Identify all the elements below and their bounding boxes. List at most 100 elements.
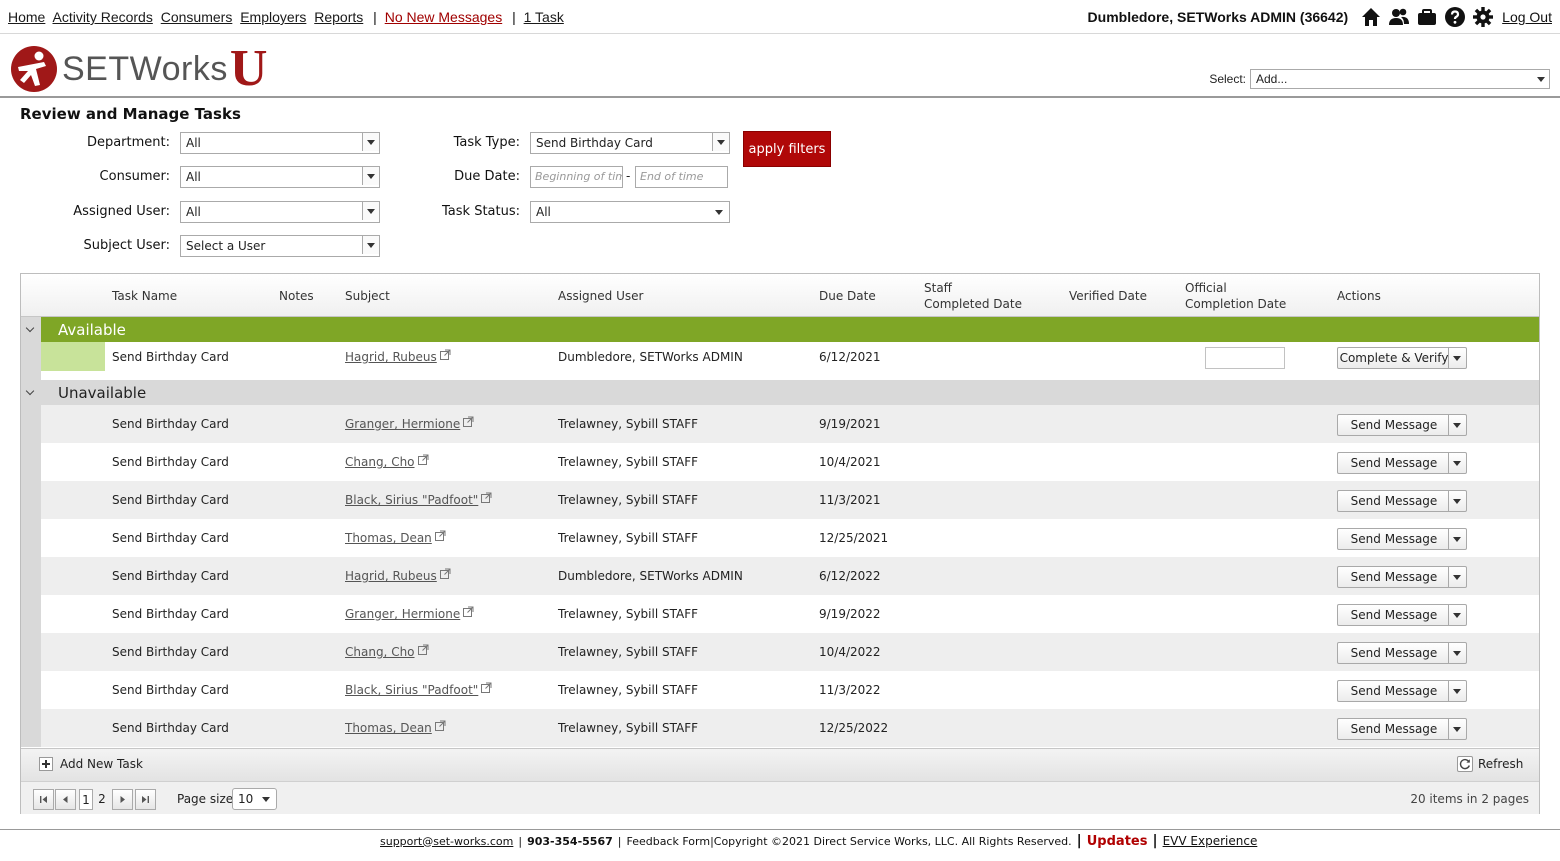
send-message-button[interactable]: Send Message xyxy=(1337,604,1467,626)
chevron-down-icon[interactable] xyxy=(1448,348,1466,368)
header-verified-date[interactable]: Verified Date xyxy=(1069,288,1147,304)
prev-page-icon[interactable] xyxy=(55,789,76,810)
chevron-down-icon[interactable] xyxy=(1448,491,1466,511)
chevron-down-icon[interactable] xyxy=(21,380,41,405)
subject-link[interactable]: Hagrid, Rubeus xyxy=(345,569,437,583)
send-message-button[interactable]: Send Message xyxy=(1337,414,1467,436)
task-type-select[interactable]: Send Birthday Card xyxy=(530,132,730,154)
updates-link[interactable]: Updates xyxy=(1087,834,1148,849)
department-select[interactable]: All xyxy=(180,132,380,154)
send-message-button[interactable]: Send Message xyxy=(1337,718,1467,740)
chevron-down-icon[interactable] xyxy=(21,317,41,342)
subject-link[interactable]: Chang, Cho xyxy=(345,455,415,469)
consumer-label: Consumer: xyxy=(99,169,170,184)
subject-link[interactable]: Thomas, Dean xyxy=(345,531,432,545)
task-name-cell: Send Birthday Card xyxy=(112,531,229,545)
subject-link[interactable]: Granger, Hermione xyxy=(345,607,460,621)
send-message-button[interactable]: Send Message xyxy=(1337,528,1467,550)
last-page-icon[interactable] xyxy=(135,789,156,810)
header-subject[interactable]: Subject xyxy=(345,288,390,304)
consumer-select[interactable]: All xyxy=(180,166,380,188)
subject-link[interactable]: Granger, Hermione xyxy=(345,417,460,431)
due-date-to-input[interactable]: End of time xyxy=(635,166,728,188)
due-date-from-input[interactable]: Beginning of time xyxy=(530,166,623,188)
logo-figure-icon xyxy=(11,46,57,92)
feedback-form-link[interactable]: Feedback Form xyxy=(626,835,710,848)
external-link-icon[interactable] xyxy=(463,606,474,617)
external-link-icon[interactable] xyxy=(463,416,474,427)
page-2-button[interactable]: 2 xyxy=(96,789,108,810)
footer-separator: | xyxy=(617,834,622,848)
nav-reports-link[interactable]: Reports xyxy=(314,9,363,25)
nav-activity-records-link[interactable]: Activity Records xyxy=(52,9,152,25)
help-icon[interactable] xyxy=(1444,6,1466,28)
add-new-task-button[interactable]: Add New Task xyxy=(60,757,143,771)
chevron-down-icon[interactable] xyxy=(1448,605,1466,625)
task-name-cell: Send Birthday Card xyxy=(112,417,229,431)
external-link-icon[interactable] xyxy=(481,492,492,503)
setworks-logo[interactable]: SETWorks U xyxy=(10,43,267,95)
support-email-link[interactable]: support@set-works.com xyxy=(380,835,513,848)
external-link-icon[interactable] xyxy=(417,454,429,465)
home-icon[interactable] xyxy=(1360,6,1382,28)
send-message-button[interactable]: Send Message xyxy=(1337,642,1467,664)
external-link-icon[interactable] xyxy=(439,349,451,360)
header-official-completion-date[interactable]: Official Completion Date xyxy=(1185,280,1286,312)
subject-link[interactable]: Black, Sirius "Padfoot" xyxy=(345,683,478,697)
apply-filters-button[interactable]: apply filters xyxy=(743,131,831,167)
refresh-button[interactable]: Refresh xyxy=(1478,757,1523,771)
chevron-down-icon[interactable] xyxy=(1448,415,1466,435)
assigned-user-select[interactable]: All xyxy=(180,201,380,223)
external-link-icon[interactable] xyxy=(417,644,429,655)
chevron-down-icon[interactable] xyxy=(1448,643,1466,663)
official-completion-date-input[interactable] xyxy=(1205,347,1285,369)
subject-user-select[interactable]: Select a User xyxy=(180,235,380,257)
header-notes[interactable]: Notes xyxy=(279,288,314,304)
header-task-name[interactable]: Task Name xyxy=(112,288,177,304)
next-page-icon[interactable] xyxy=(112,789,133,810)
external-link-icon[interactable] xyxy=(481,682,492,693)
top-bar: Home Activity Records Consumers Employer… xyxy=(0,0,1560,34)
chevron-down-icon[interactable] xyxy=(1448,529,1466,549)
nav-consumers-link[interactable]: Consumers xyxy=(161,9,233,25)
table-row: Send Birthday Card Hagrid, Rubeus Dumbledo… xyxy=(41,557,1539,595)
users-icon[interactable] xyxy=(1388,6,1410,28)
send-message-button[interactable]: Send Message xyxy=(1337,490,1467,512)
refresh-icon[interactable] xyxy=(1457,756,1473,772)
header-assigned-user[interactable]: Assigned User xyxy=(558,288,643,304)
nav-home-link[interactable]: Home xyxy=(8,9,45,25)
send-message-button[interactable]: Send Message xyxy=(1337,680,1467,702)
chevron-down-icon[interactable] xyxy=(1448,453,1466,473)
subject-link[interactable]: Chang, Cho xyxy=(345,645,415,659)
plus-icon[interactable] xyxy=(39,757,53,771)
nav-messages-link[interactable]: No New Messages xyxy=(385,9,503,25)
first-page-icon[interactable] xyxy=(33,789,54,810)
page-1-button[interactable]: 1 xyxy=(79,789,93,810)
subject-link[interactable]: Black, Sirius "Padfoot" xyxy=(345,493,478,507)
nav-tasks-link[interactable]: 1 Task xyxy=(524,9,564,25)
subject-link[interactable]: Hagrid, Rubeus xyxy=(345,350,437,364)
send-message-button[interactable]: Send Message xyxy=(1337,452,1467,474)
nav-employers-link[interactable]: Employers xyxy=(240,9,306,25)
external-link-icon[interactable] xyxy=(434,530,446,541)
chevron-down-icon[interactable] xyxy=(1448,719,1466,739)
add-select[interactable]: Add... xyxy=(1250,69,1550,89)
header-staff-completed-date[interactable]: Staff Completed Date xyxy=(924,280,1022,312)
subject-cell: Hagrid, Rubeus xyxy=(345,342,451,380)
briefcase-icon[interactable] xyxy=(1416,6,1438,28)
chevron-down-icon[interactable] xyxy=(1448,567,1466,587)
gear-icon[interactable] xyxy=(1472,6,1494,28)
external-link-icon[interactable] xyxy=(434,720,446,731)
header-due-date[interactable]: Due Date xyxy=(819,288,876,304)
task-status-select[interactable]: All xyxy=(530,201,730,223)
complete-verify-button[interactable]: Complete & Verify xyxy=(1337,347,1467,369)
send-message-button[interactable]: Send Message xyxy=(1337,566,1467,588)
add-select-label: Select: xyxy=(1209,72,1246,86)
chevron-down-icon[interactable] xyxy=(1448,681,1466,701)
evv-experience-link[interactable]: EVV Experience xyxy=(1163,834,1258,848)
subject-link[interactable]: Thomas, Dean xyxy=(345,721,432,735)
due-date-dash: - xyxy=(626,169,631,183)
external-link-icon[interactable] xyxy=(439,568,451,579)
page-size-select[interactable]: 10 xyxy=(232,788,277,810)
logout-link[interactable]: Log Out xyxy=(1502,9,1552,25)
